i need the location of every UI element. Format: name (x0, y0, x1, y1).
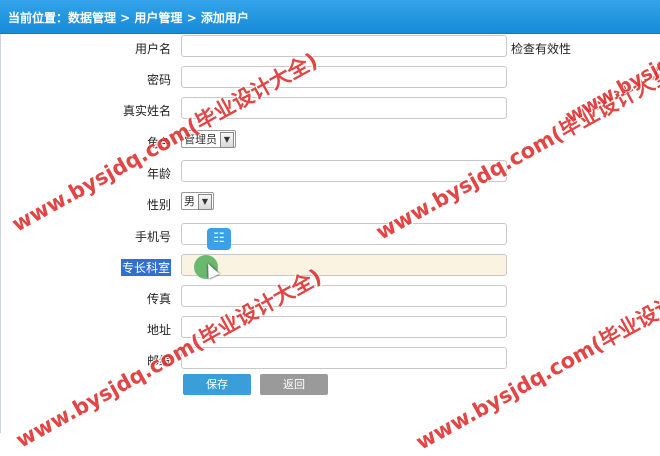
address-input[interactable] (181, 316, 507, 338)
check-validity-link[interactable]: 检查有效性 (511, 40, 571, 57)
role-select[interactable]: 管理员 ▼ (181, 130, 236, 148)
username-row: 用户名 检查有效性 (1, 34, 660, 65)
realname-label: 真实姓名 (122, 104, 171, 118)
gender-label: 性别 (146, 198, 171, 212)
address-label: 地址 (146, 323, 171, 337)
username-input[interactable] (181, 35, 507, 57)
address-row: 地址 (1, 315, 660, 346)
role-label: 角色 (146, 136, 171, 150)
zipcode-row: 邮编 (1, 346, 660, 377)
fax-input[interactable] (181, 285, 507, 307)
chevron-down-icon: ▼ (220, 132, 234, 148)
department-row: 专长科室 (1, 253, 660, 284)
breadcrumb: 当前位置：数据管理 > 用户管理 > 添加用户 (8, 11, 249, 25)
age-input[interactable] (181, 160, 507, 182)
realname-row: 真实姓名 (1, 96, 660, 127)
save-button[interactable]: 保存 (183, 374, 251, 395)
page-header: 当前位置：数据管理 > 用户管理 > 添加用户 (0, 0, 660, 34)
gender-select-value: 男 (184, 195, 195, 208)
zipcode-input[interactable] (181, 347, 507, 369)
role-row: 角色 管理员 ▼ (1, 128, 660, 159)
phone-label: 手机号 (134, 230, 171, 244)
clipboard-icon[interactable]: ☷ (207, 228, 231, 250)
gender-row: 性别 男 ▼ (1, 190, 660, 221)
gender-select[interactable]: 男 ▼ (181, 192, 214, 210)
zipcode-label: 邮编 (146, 354, 171, 368)
department-input[interactable] (181, 254, 507, 276)
fax-label: 传真 (146, 292, 171, 306)
role-select-value: 管理员 (184, 133, 217, 146)
phone-row: 手机号 (1, 222, 660, 253)
fax-row: 传真 (1, 284, 660, 315)
chevron-down-icon: ▼ (198, 194, 212, 210)
back-button[interactable]: 返回 (260, 374, 328, 395)
password-label: 密码 (146, 73, 171, 87)
age-row: 年龄 (1, 159, 660, 190)
password-input[interactable] (181, 66, 507, 88)
password-row: 密码 (1, 65, 660, 96)
add-user-form: 用户名 检查有效性 密码 真实姓名 角色 管理员 ▼ 年龄 性别 男 ▼ 手机号 专… (0, 34, 660, 433)
department-label: 专长科室 (120, 259, 171, 276)
age-label: 年龄 (146, 167, 171, 181)
realname-input[interactable] (181, 97, 507, 119)
username-label: 用户名 (134, 42, 171, 56)
